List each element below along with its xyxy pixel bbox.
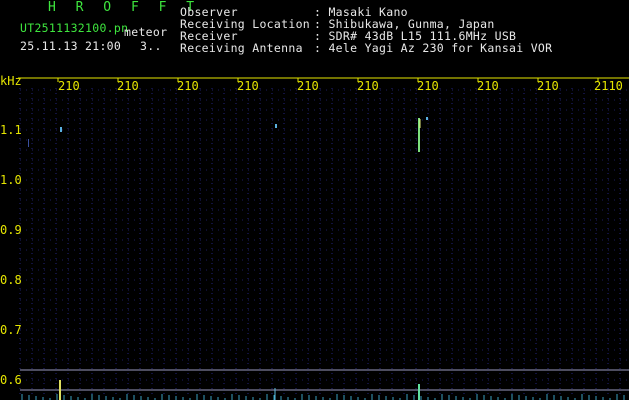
app-title: H R O F F T [48,0,201,15]
x-tick-label: 210 [357,79,379,93]
x-tick-label: 210 [117,79,139,93]
info-value-antenna: : 4ele Yagi Az 230 for Kansai VOR [314,41,553,55]
x-tick-label: 210 [417,79,439,93]
y-tick-label: 0.7 [0,323,22,337]
y-tick-label: 1.0 [0,173,22,187]
y-tick-label: 1.1 [0,123,22,137]
y-tick-label: 0.6 [0,373,22,387]
x-tick-label: 210 [237,79,259,93]
x-tick-label: 210 [58,79,80,93]
info-label-antenna: Receiving Antenna [180,41,303,55]
y-tick-label: 0.9 [0,223,22,237]
x-tick-label: 210 [177,79,199,93]
signal-dot [426,117,428,120]
y-tick-label: 0.8 [0,273,22,287]
filename: UT2511132100.pn [20,21,129,35]
mode-label: meteor [124,25,168,39]
x-tick-label: 210 [537,79,559,93]
x-tick-label: 210 [297,79,319,93]
signal-dot [60,127,62,132]
x-tick-label: 2110 [594,79,623,93]
x-tick-label: 210 [477,79,499,93]
signal-dot [275,124,277,128]
page-indicator: 3.. [140,39,162,53]
y-unit-label: kHz [0,74,22,88]
datetime: 25.11.13 21:00 [20,39,122,53]
spectrogram-plot [18,77,629,400]
signal-dot [28,139,29,147]
